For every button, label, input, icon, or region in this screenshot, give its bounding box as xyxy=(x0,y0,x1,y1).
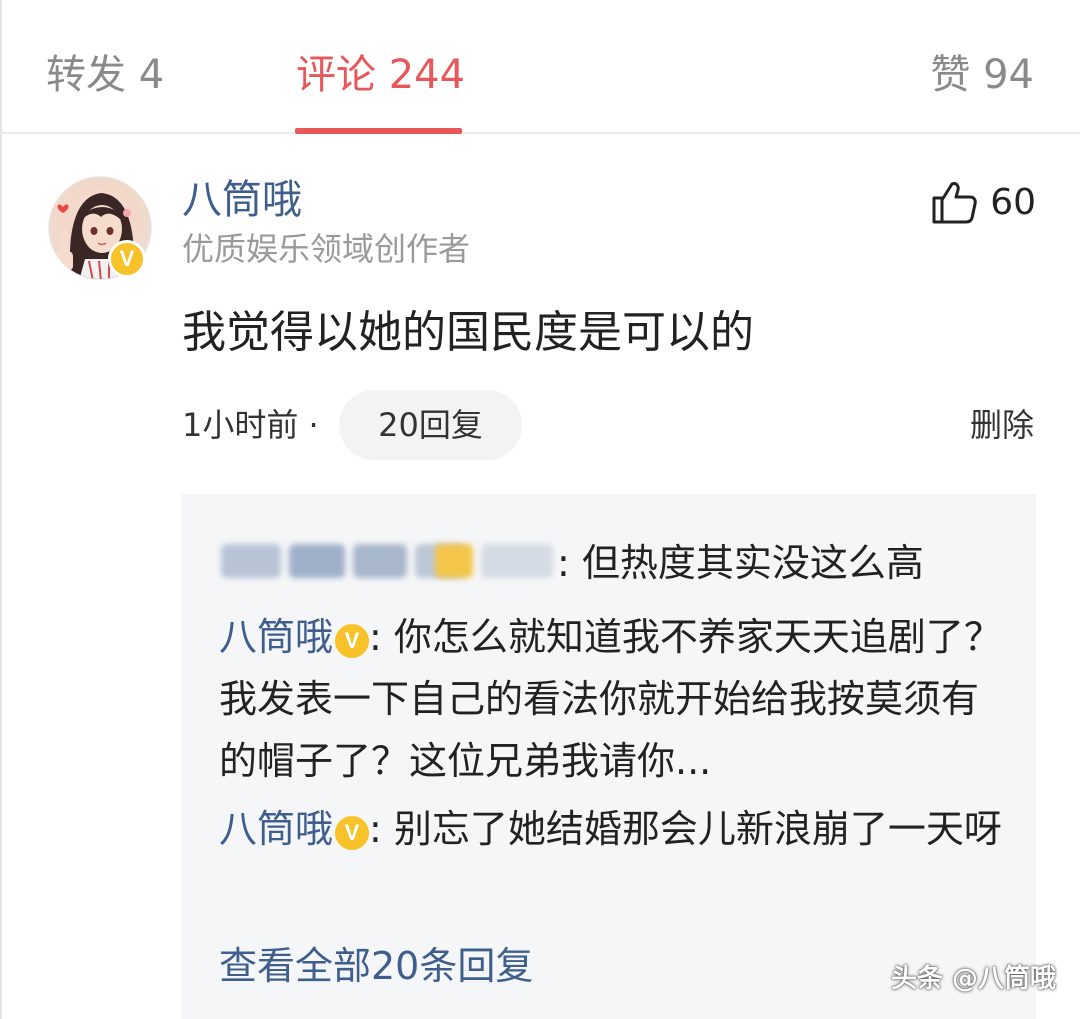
author-title: 优质娱乐领域创作者 xyxy=(182,230,471,268)
like-count: 60 xyxy=(990,181,1036,223)
reply-author-name[interactable]: 八筒哦 xyxy=(219,807,333,851)
reply-item[interactable]: 八筒哦 V: 别忘了她结婚那会儿新浪崩了一天呀 xyxy=(219,798,1009,860)
reply-item[interactable]: : 但热度其实没这么高 xyxy=(219,532,1009,594)
verified-v-icon: V xyxy=(335,624,370,658)
tab-repost[interactable]: 转发 4 xyxy=(46,50,164,100)
reply-preview-box: : 但热度其实没这么高 八筒哦 V: 你怎么就知道我不养家天天追剧了？我发表一下自… xyxy=(181,494,1036,1019)
left-border xyxy=(0,0,2,1019)
reply-text: : 别忘了她结婚那会儿新浪崩了一天呀 xyxy=(369,807,1002,851)
comment-body: 我觉得以她的国民度是可以的 xyxy=(182,307,754,358)
reply-item[interactable]: 八筒哦 V: 你怎么就知道我不养家天天追剧了？我发表一下自己的看法你就开始给我按莫… xyxy=(219,606,1009,792)
verified-v-icon: V xyxy=(335,816,370,850)
reply-author-name[interactable]: 八筒哦 xyxy=(219,615,333,659)
reply-text: : 但热度其实没这么高 xyxy=(557,541,924,585)
active-tab-indicator xyxy=(295,128,462,134)
blurred-username xyxy=(219,540,557,582)
thumbs-up-icon xyxy=(932,182,977,224)
comment-author-name[interactable]: 八筒哦 xyxy=(182,176,302,224)
comment-timestamp: 1小时前 · xyxy=(182,406,319,444)
like-button[interactable]: 60 xyxy=(930,176,1036,228)
tab-bar: 转发 4 评论 244 赞 94 xyxy=(0,0,1080,134)
verified-v-icon: V xyxy=(108,240,146,278)
watermark: 头条 @八筒哦 xyxy=(890,964,1056,994)
reply-count-button[interactable]: 20回复 xyxy=(339,390,522,460)
delete-button[interactable]: 删除 xyxy=(970,402,1034,448)
tab-comments[interactable]: 评论 244 xyxy=(296,50,465,100)
tab-likes[interactable]: 赞 94 xyxy=(930,50,1034,100)
view-all-replies-link[interactable]: 查看全部20条回复 xyxy=(219,938,533,994)
